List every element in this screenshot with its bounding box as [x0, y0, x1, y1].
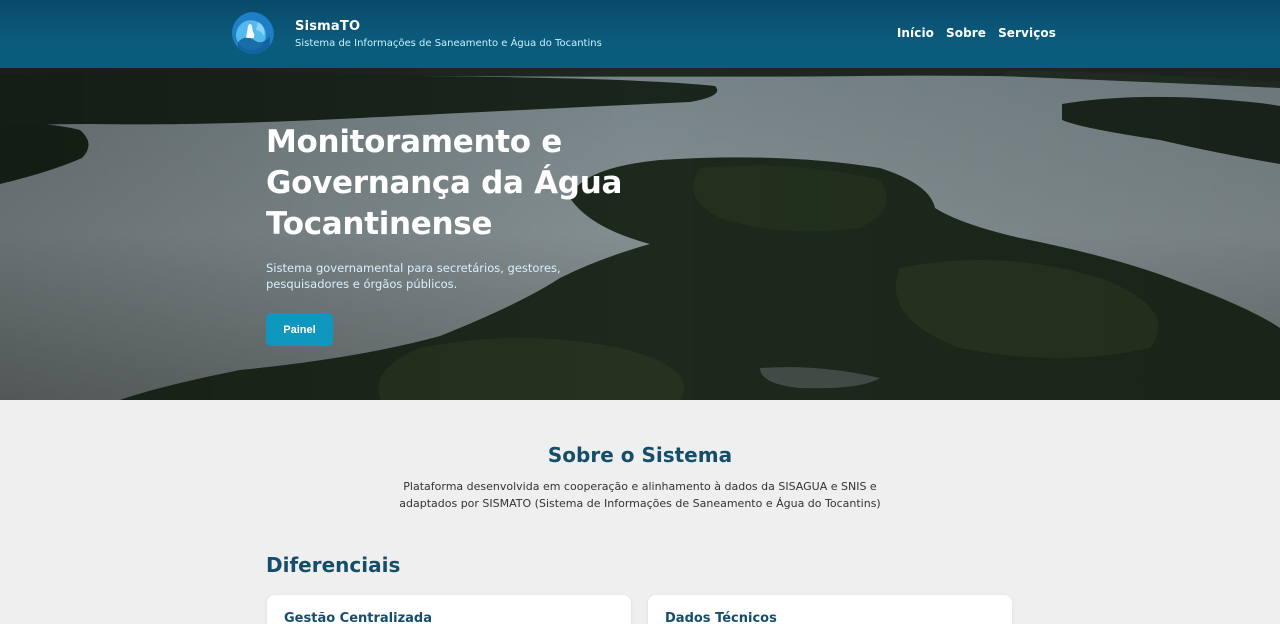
about-title: Sobre o Sistema — [547, 443, 733, 467]
main-nav: Início Sobre Serviços — [897, 26, 1056, 40]
hero-section: Monitoramento e Governança da Água Tocan… — [0, 68, 1280, 400]
differentials-title: Diferenciais — [266, 553, 401, 577]
differential-card-gestao[interactable]: Gestão Centralizada — [267, 595, 631, 624]
brand-name[interactable]: SismaTO — [295, 19, 360, 34]
brand-subtitle: Sistema de Informações de Saneamento e Á… — [295, 38, 602, 49]
about-description: Plataforma desenvolvida em cooperação e … — [399, 480, 881, 510]
nav-link-sobre[interactable]: Sobre — [946, 26, 986, 40]
top-navbar: SismaTO Sistema de Informações de Saneam… — [0, 0, 1280, 68]
differential-card-dados[interactable]: Dados Técnicos — [648, 595, 1012, 624]
painel-button[interactable]: Painel — [266, 313, 333, 346]
nav-link-servicos[interactable]: Serviços — [998, 26, 1056, 40]
sismato-logo-icon[interactable] — [232, 12, 274, 54]
hero-description: Sistema governamental para secretários, … — [266, 261, 561, 291]
card-title: Dados Técnicos — [665, 611, 777, 624]
card-title: Gestão Centralizada — [284, 611, 433, 624]
hero-title: Monitoramento e Governança da Água Tocan… — [266, 124, 623, 242]
nav-link-inicio[interactable]: Início — [897, 26, 934, 40]
